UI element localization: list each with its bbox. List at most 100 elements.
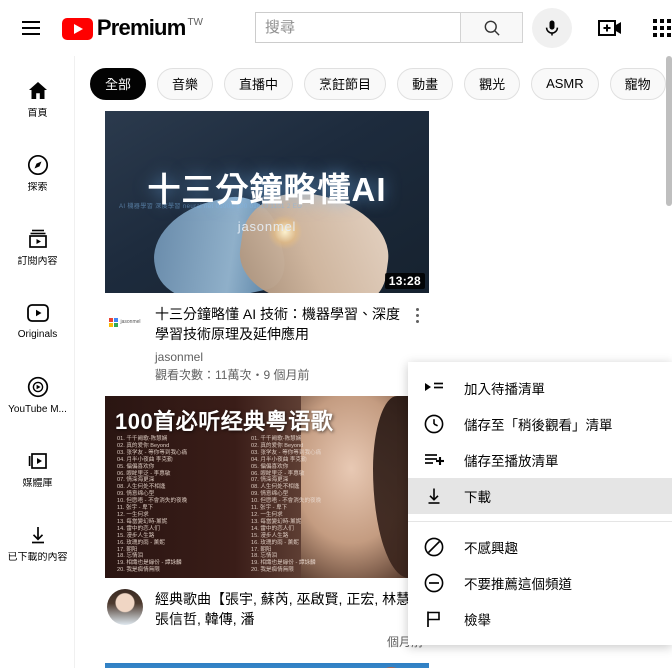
menu-item-not-interested[interactable]: 不感興趣 — [408, 529, 672, 565]
hamburger-line — [21, 32, 40, 35]
sidebar-item-label: YouTube M... — [8, 403, 67, 415]
hamburger-line — [21, 20, 40, 23]
youtube-premium-logo[interactable]: Premium TW — [61, 14, 203, 40]
avatar-squares-icon — [109, 317, 119, 327]
chip-animation[interactable]: 動畫 — [397, 67, 454, 100]
sidebar-item-explore[interactable]: 探索 — [0, 136, 75, 210]
search-area — [255, 7, 572, 48]
chip-live[interactable]: 直播中 — [224, 67, 294, 100]
brand-name: Premium — [96, 14, 186, 40]
menu-item-label: 不要推薦這個頻道 — [464, 577, 572, 592]
block-channel-icon — [422, 571, 446, 595]
sidebar-item-home[interactable]: 首頁 — [0, 62, 75, 136]
voice-search-button[interactable] — [532, 7, 572, 48]
avatar-portrait-graphic — [107, 589, 143, 625]
chip-all[interactable]: 全部 — [90, 67, 147, 100]
menu-item-label: 儲存至「稍後觀看」清單 — [464, 418, 613, 433]
sidebar-item-library[interactable]: 媒體庫 — [0, 432, 75, 506]
header-actions — [598, 18, 672, 38]
left-sidebar: 首頁 探索 訂閱內容 Originals YouTube M... 媒體庫 已下… — [0, 56, 75, 668]
originals-icon — [26, 303, 49, 322]
sidebar-item-label: 探索 — [27, 181, 48, 193]
avatar-wordmark: jasonmel — [120, 319, 141, 325]
thumbnail-title-text: 十三分鐘略懂AI — [147, 171, 387, 208]
menu-separator — [408, 521, 672, 522]
video-thumbnail[interactable]: AI 機器學習 深度學習 neural net 01001 100 01010 … — [105, 111, 429, 293]
chip-travel[interactable]: 觀光 — [464, 67, 521, 100]
video-title[interactable]: 經典歌曲【張宇, 蘇芮, 巫啟賢, 正宏, 林慧萍, 張信哲, 韓傳, 潘 — [155, 589, 429, 629]
play-triangle-icon — [73, 23, 83, 34]
thumbnail-song-list: 01. 千千阙歌-陈慧娴 02. 真的爱你 Beyond 03. 张学友 - 等… — [117, 436, 371, 574]
playlist-add-icon — [422, 448, 446, 472]
search-button[interactable] — [460, 12, 523, 43]
menu-item-report[interactable]: 檢舉 — [408, 601, 672, 637]
queue-icon — [422, 376, 446, 400]
avatar-logo-graphic: jasonmel — [107, 304, 143, 340]
dot — [415, 320, 419, 323]
subscriptions-icon — [28, 229, 47, 248]
video-thumbnail[interactable]: 100首必听经典粤语歌 01. 千千阙歌-陈慧娴 02. 真的爱你 Beyond… — [105, 396, 429, 578]
home-icon — [28, 81, 47, 99]
create-video-icon — [598, 19, 621, 36]
search-icon — [484, 20, 500, 36]
menu-item-save-to-watch-later[interactable]: 儲存至「稍後觀看」清單 — [408, 406, 672, 442]
video-card: AI 機器學習 深度學習 neural net 01001 100 01010 … — [105, 111, 429, 384]
menu-item-save-to-playlist[interactable]: 儲存至播放清單 — [408, 442, 672, 478]
download-icon — [31, 526, 44, 543]
menu-item-add-to-queue[interactable]: 加入待播清單 — [408, 370, 672, 406]
search-input[interactable] — [255, 12, 460, 43]
sidebar-item-originals[interactable]: Originals — [0, 284, 75, 358]
video-view-count: 觀看次數：11萬次・9 個月前 — [155, 368, 310, 382]
clock-icon — [422, 412, 446, 436]
youtube-logo-icon — [61, 17, 93, 40]
video-duration-badge: 13:28 — [384, 273, 425, 289]
hamburger-menu-icon[interactable] — [17, 8, 45, 48]
youtube-premium-page: Premium TW 搜尋 首頁 探索 訂閱內容 Originals YouTu… — [0, 0, 672, 668]
menu-item-label: 不感興趣 — [464, 541, 518, 556]
sidebar-item-label: 首頁 — [27, 107, 48, 119]
apps-grid-icon — [653, 18, 671, 37]
channel-avatar-classic-songs[interactable] — [107, 589, 143, 625]
chip-music[interactable]: 音樂 — [157, 67, 214, 100]
flag-icon — [422, 607, 446, 631]
video-meta: 經典歌曲【張宇, 蘇芮, 巫啟賢, 正宏, 林慧萍, 張信哲, 韓傳, 潘 個月… — [105, 578, 429, 651]
channel-avatar-jasonmel[interactable]: jasonmel — [107, 304, 143, 340]
microphone-icon — [545, 20, 559, 35]
song-list-column-left: 01. 千千阙歌-陈慧娴 02. 真的爱你 Beyond 03. 张学友 - 等… — [117, 436, 188, 574]
apps-grid-button[interactable] — [652, 18, 672, 38]
video-title[interactable]: 十三分鐘略懂 AI 技術：機器學習、深度學習技術原理及延伸應用 — [155, 304, 405, 344]
thumbnail-watermark: jasonmel — [237, 219, 297, 234]
video-card: 初秋＆癒しの音楽 自律神経を整えストレス緩和 Amazing Healing V… — [105, 663, 429, 668]
sidebar-item-label: Originals — [17, 328, 58, 340]
top-header-bar: Premium TW — [0, 0, 672, 56]
library-icon — [28, 452, 47, 469]
video-view-count: 個月前 — [386, 635, 423, 649]
video-text-block: 十三分鐘略懂 AI 技術：機器學習、深度學習技術原理及延伸應用 jasonmel… — [155, 304, 405, 384]
download-icon — [422, 484, 446, 508]
sidebar-item-subscriptions[interactable]: 訂閱內容 — [0, 210, 75, 284]
video-channel-name[interactable]: jasonmel — [155, 348, 405, 366]
video-thumbnail[interactable]: 初秋＆癒しの音楽 自律神経を整えストレス緩和 Amazing Healing V… — [105, 663, 429, 668]
chip-cooking[interactable]: 烹飪節目 — [304, 67, 387, 100]
scrollbar-thumb[interactable] — [666, 56, 672, 206]
thumbnail-title-text: 100首必听经典粤语歌 — [115, 409, 334, 434]
compass-icon — [27, 154, 48, 175]
video-text-block: 經典歌曲【張宇, 蘇芮, 巫啟賢, 正宏, 林慧萍, 張信哲, 韓傳, 潘 個月… — [155, 589, 429, 651]
menu-item-block-channel[interactable]: 不要推薦這個頻道 — [408, 565, 672, 601]
menu-item-download[interactable]: 下載 — [408, 478, 672, 514]
sidebar-item-downloads[interactable]: 已下載的內容 — [0, 506, 75, 580]
video-meta: jasonmel 十三分鐘略懂 AI 技術：機器學習、深度學習技術原理及延伸應用… — [105, 293, 429, 384]
dot — [415, 314, 419, 317]
chip-pets[interactable]: 寵物 — [609, 67, 666, 100]
not-interested-icon — [422, 535, 446, 559]
menu-item-label: 下載 — [464, 490, 491, 505]
create-video-button[interactable] — [598, 18, 624, 38]
sidebar-item-youtube-music[interactable]: YouTube M... — [0, 358, 75, 432]
dot — [415, 308, 419, 311]
video-context-menu: 加入待播清單 儲存至「稍後觀看」清單 儲存至播放清單 下載 不感興趣 不要推薦這… — [408, 362, 672, 645]
menu-item-label: 檢舉 — [464, 613, 491, 628]
video-card: 100首必听经典粤语歌 01. 千千阙歌-陈慧娴 02. 真的爱你 Beyond… — [105, 396, 429, 651]
category-chip-bar: 全部 音樂 直播中 烹飪節目 動畫 觀光 ASMR 寵物 — [76, 56, 672, 111]
chip-asmr[interactable]: ASMR — [531, 67, 599, 100]
page-scrollbar[interactable] — [666, 56, 672, 668]
